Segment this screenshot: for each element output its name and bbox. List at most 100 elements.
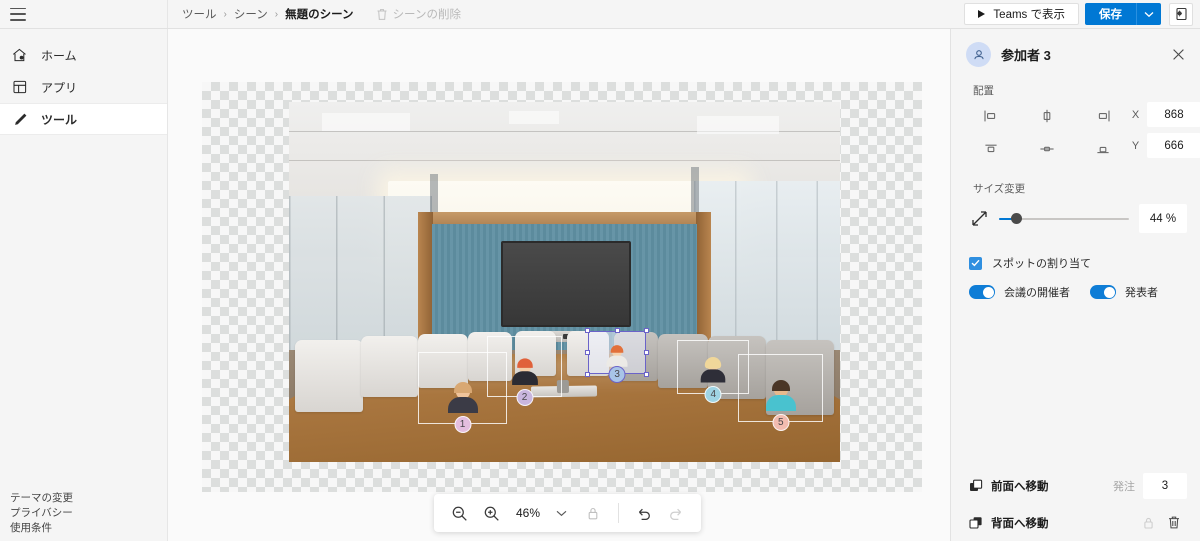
slider-thumb[interactable] (1010, 213, 1022, 224)
position-inputs: X 868 Y 666 (1131, 102, 1200, 163)
page-title: 参加者 3 (1001, 48, 1051, 63)
sidebar-item-tools[interactable]: ツール (0, 103, 167, 135)
order-label: 発注 (1113, 480, 1135, 493)
breadcrumb-item-scenes[interactable]: シーン (234, 6, 268, 22)
participant-marker-5[interactable]: 5 (738, 354, 824, 432)
y-input[interactable]: 666 (1147, 133, 1200, 158)
top-bar: ツール › シーン › 無題のシーン シーンの削除 Teams で表示 保存 (0, 0, 1200, 29)
align-right-icon[interactable] (1075, 102, 1131, 130)
order-input[interactable]: 3 (1143, 472, 1187, 499)
toggle-organizer[interactable] (969, 285, 995, 299)
participant-badge-number: 3 (608, 365, 626, 383)
spot-assignment-checkbox[interactable]: スポットの割り当て (951, 233, 1200, 271)
share-screen-icon[interactable] (1169, 2, 1193, 26)
checkbox-checked-icon (969, 256, 982, 270)
zoom-out-icon[interactable] (444, 498, 474, 528)
properties-header: 参加者 3 (951, 29, 1200, 73)
pencil-icon (11, 112, 28, 127)
delete-scene-button[interactable]: シーンの削除 (376, 6, 461, 22)
bring-forward-row[interactable]: 前面へ移動 発注 3 (951, 467, 1200, 504)
alignment-section-label: 配置 (973, 85, 994, 97)
scene-canvas[interactable]: 1 2 3 4 5 46% (168, 29, 950, 541)
sidebar-item-label: ホーム (41, 48, 77, 63)
hamburger-icon[interactable] (10, 7, 26, 21)
participant-marker-3[interactable]: 3 (585, 327, 650, 383)
align-left-icon[interactable] (963, 102, 1019, 130)
resize-handle[interactable] (644, 349, 650, 355)
undo-icon[interactable] (629, 498, 659, 528)
resize-slider[interactable] (999, 212, 1129, 226)
zoom-in-icon[interactable] (476, 498, 506, 528)
close-icon[interactable] (1168, 45, 1188, 65)
app-root: ツール › シーン › 無題のシーン シーンの削除 Teams で表示 保存 ホ… (0, 0, 1200, 541)
resize-controls: 44 % (951, 200, 1200, 233)
breadcrumb-item-current-scene[interactable]: 無題のシーン (285, 6, 353, 22)
footer-link-theme[interactable]: テーマの変更 (10, 492, 167, 505)
alignment-controls: X 868 Y 666 (951, 102, 1200, 163)
person-icon (966, 42, 991, 67)
participant-badge-number: 4 (704, 385, 722, 403)
toggle-presenter-label: 発表者 (1125, 287, 1158, 299)
zoom-dropdown-chevron-down-icon[interactable] (546, 498, 576, 528)
redo-icon[interactable] (661, 498, 691, 528)
view-in-teams-label: Teams で表示 (993, 9, 1065, 21)
breadcrumb-separator: › (223, 8, 227, 20)
zoom-toolbar: 46% (434, 494, 702, 532)
resize-handle[interactable] (644, 371, 650, 377)
resize-handle[interactable] (614, 327, 620, 333)
align-center-horizontal-icon[interactable] (1019, 102, 1075, 130)
align-bottom-icon[interactable] (1075, 135, 1131, 163)
toolbar-divider (618, 503, 620, 523)
participant-badge-number: 1 (454, 416, 472, 434)
delete-scene-label: シーンの削除 (392, 9, 461, 21)
resize-percent-input[interactable]: 44 % (1139, 204, 1187, 233)
footer-link-terms[interactable]: 使用条件 (10, 522, 167, 535)
layer-order-controls: 前面へ移動 発注 3 背面へ移動 (951, 467, 1200, 541)
play-icon (978, 10, 986, 18)
participant-marker-2[interactable]: 2 (487, 336, 562, 407)
resize-handle[interactable] (585, 327, 591, 333)
trash-icon (376, 8, 388, 21)
resize-handle[interactable] (644, 327, 650, 333)
resize-handle[interactable] (585, 371, 591, 377)
apps-grid-icon (11, 80, 28, 94)
participant-badge-number: 2 (516, 389, 534, 407)
sidebar-item-label: ツール (41, 112, 78, 127)
send-backward-row[interactable]: 背面へ移動 (951, 504, 1200, 541)
bring-forward-icon (969, 479, 991, 493)
main-body: ホーム アプリ ツール テーマの変更 プライバシー 使用条件 1 2 3 4 5… (0, 29, 1200, 541)
sidebar-item-home[interactable]: ホーム (0, 39, 167, 71)
save-button[interactable]: 保存 (1085, 3, 1136, 25)
zoom-level-label[interactable]: 46% (508, 506, 544, 520)
sidebar-nav-list: ホーム アプリ ツール (0, 29, 167, 135)
sidebar-item-label: アプリ (41, 80, 78, 95)
home-icon (11, 48, 28, 62)
align-top-icon[interactable] (963, 135, 1019, 163)
canvas-lock-icon[interactable] (578, 498, 608, 528)
delete-trash-icon[interactable] (1161, 510, 1187, 536)
bring-forward-label: 前面へ移動 (991, 480, 1049, 493)
scene-background-image[interactable]: 1 2 3 4 5 (289, 102, 840, 462)
lock-icon[interactable] (1135, 510, 1161, 536)
left-sidebar: ホーム アプリ ツール テーマの変更 プライバシー 使用条件 (0, 29, 168, 541)
x-label: X (1131, 108, 1140, 121)
sidebar-item-apps[interactable]: アプリ (0, 71, 167, 103)
toggle-organizer-label: 会議の開催者 (1004, 287, 1070, 299)
resize-diagonal-icon[interactable] (969, 210, 989, 227)
menu-zone (0, 0, 168, 28)
spot-assignment-label: スポットの割り当て (992, 258, 1091, 270)
y-label: Y (1131, 139, 1140, 152)
align-middle-vertical-icon[interactable] (1019, 135, 1075, 163)
view-in-teams-button[interactable]: Teams で表示 (964, 3, 1079, 25)
y-position-row: Y 666 (1131, 133, 1200, 158)
send-backward-icon (969, 516, 991, 530)
save-dropdown-chevron-down-icon[interactable] (1136, 3, 1161, 25)
role-toggles: 会議の開催者 発表者 (951, 271, 1200, 300)
resize-section-label: サイズ変更 (973, 183, 1026, 195)
x-input[interactable]: 868 (1147, 102, 1200, 127)
footer-link-privacy[interactable]: プライバシー (10, 507, 167, 520)
toggle-presenter[interactable] (1090, 285, 1116, 299)
resize-handle[interactable] (585, 349, 591, 355)
send-backward-label: 背面へ移動 (991, 517, 1049, 530)
breadcrumb-item-tools[interactable]: ツール (182, 6, 217, 22)
